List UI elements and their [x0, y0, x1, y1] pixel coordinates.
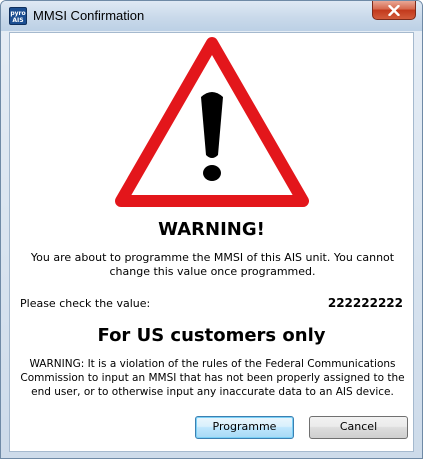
title-bar[interactable]: pyro AIS MMSI Confirmation	[1, 1, 422, 31]
cancel-button[interactable]: Cancel	[309, 416, 408, 439]
warning-triangle-icon	[115, 37, 309, 207]
mmsi-confirmation-window: pyro AIS MMSI Confirmation WARNING! You a…	[0, 0, 423, 459]
warning-message: You are about to programme the MMSI of t…	[30, 251, 395, 278]
app-icon: pyro AIS	[9, 7, 27, 25]
fcc-warning-text: WARNING: It is a violation of the rules …	[20, 358, 405, 398]
mmsi-value: 222222222	[327, 296, 403, 310]
close-x-icon	[388, 4, 400, 16]
close-button[interactable]	[372, 1, 416, 20]
us-customers-heading: For US customers only	[97, 325, 326, 346]
programme-button[interactable]: Programme	[195, 416, 294, 439]
check-value-label: Please check the value:	[20, 297, 151, 310]
window-title: MMSI Confirmation	[33, 8, 145, 23]
dialog-body: WARNING! You are about to programme the …	[9, 32, 414, 452]
warning-heading: WARNING!	[158, 219, 265, 240]
